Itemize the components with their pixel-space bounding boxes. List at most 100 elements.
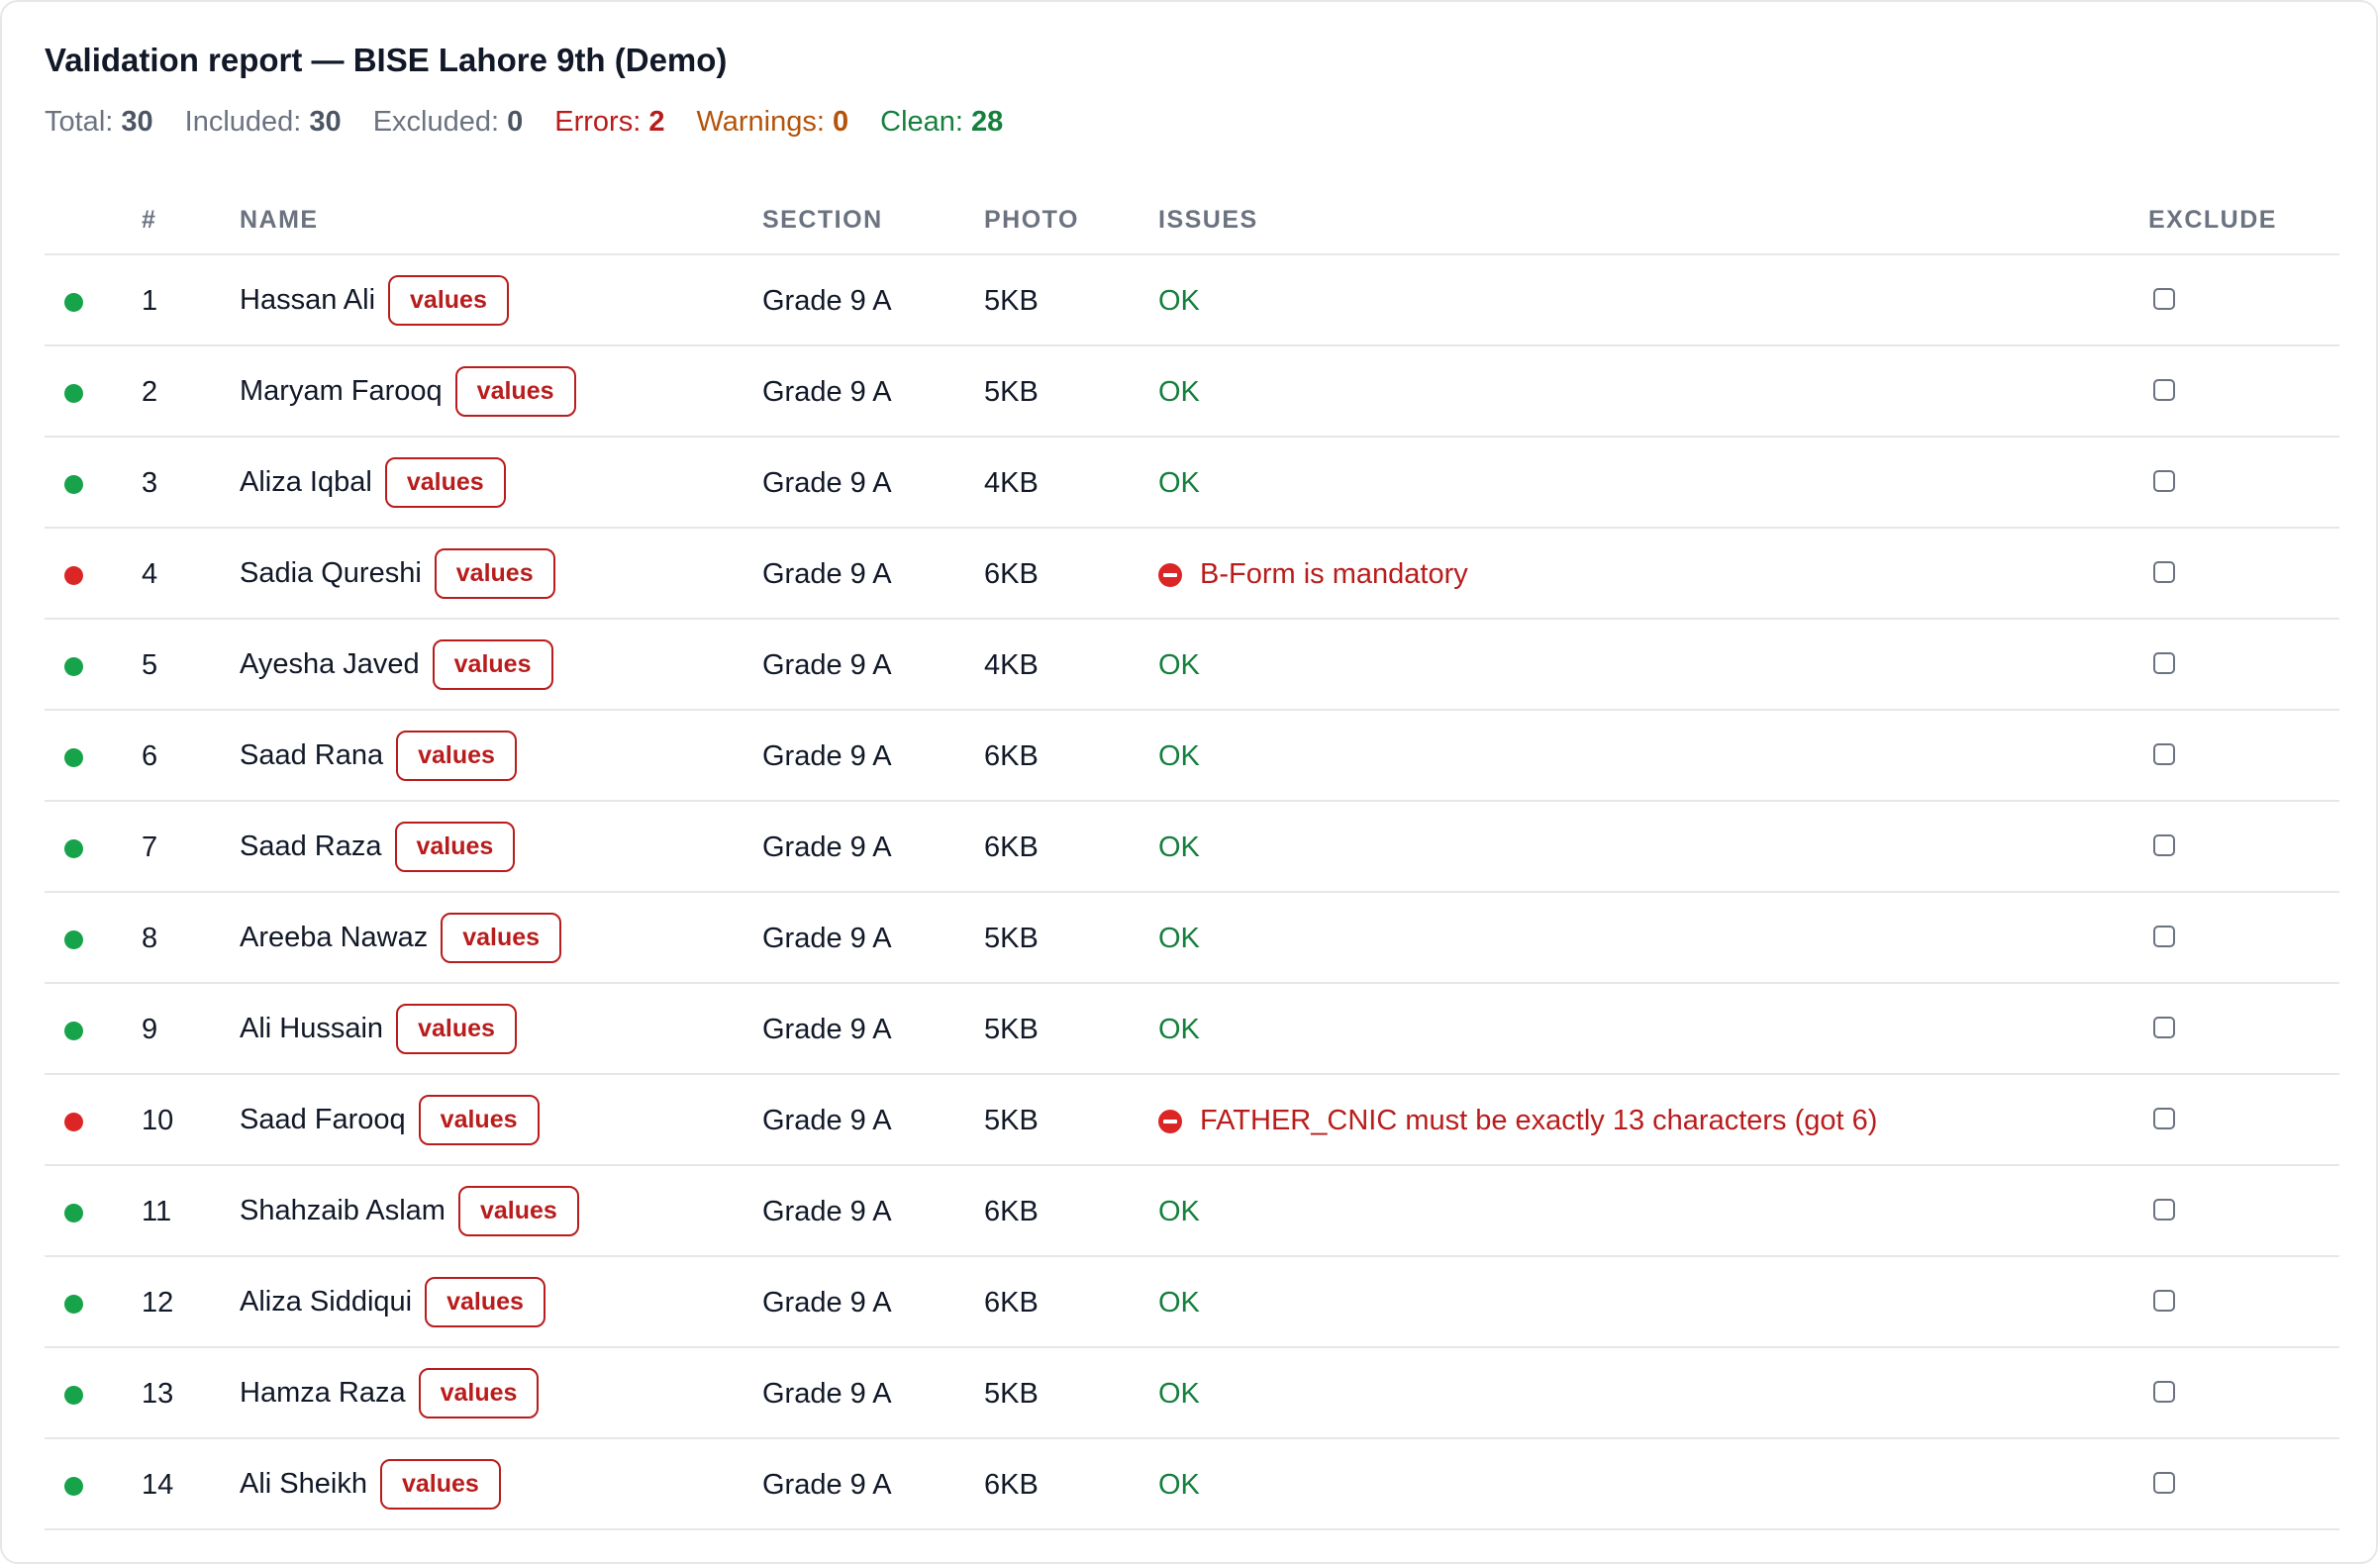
photo-size-cell: 5KB [984,923,1039,954]
table-row: 1 Hassan Ali values Grade 9 A 5KB OK [45,255,2339,346]
stat-value: 0 [507,106,524,138]
section-cell: Grade 9 A [762,1287,892,1319]
values-button[interactable]: values [396,1003,517,1054]
name-cell: Shahzaib Aslam values [240,1184,579,1237]
summary-stat: Clean: 28 [880,106,1003,139]
stat-label: Errors: [554,106,642,138]
summary-stat: Excluded: 0 [373,106,524,139]
exclude-checkbox[interactable] [2153,561,2175,583]
page-title: Validation report — BISE Lahore 9th (Dem… [45,42,728,78]
exclude-checkbox[interactable] [2153,652,2175,674]
name-cell: Ayesha Javed values [240,637,553,691]
values-button[interactable]: values [418,1367,540,1418]
table-row: 9 Ali Hussain values Grade 9 A 5KB OK [45,984,2339,1075]
green-dot-icon [64,930,83,949]
values-button[interactable]: values [394,821,516,872]
table-row: 2 Maryam Farooq values Grade 9 A 5KB OK [45,346,2339,438]
section-cell: Grade 9 A [762,1105,892,1136]
issues-cell: B-Form is mandatory [1158,558,1468,591]
values-button[interactable]: values [379,1458,501,1510]
issues-cell: OK [1158,649,1200,681]
validation-table: # NAME SECTION PHOTO ISSUES EXCLUDE 1 Ha… [45,190,2339,1530]
name-cell: Saad Rana values [240,729,517,782]
values-button[interactable]: values [396,730,517,781]
table-row: 14 Ali Sheikh values Grade 9 A 6KB OK [45,1439,2339,1530]
photo-size-cell: 4KB [984,649,1039,681]
issues-cell: OK [1158,285,1200,317]
issue-text: FATHER_CNIC must be exactly 13 character… [1200,1105,1878,1136]
section-cell: Grade 9 A [762,831,892,863]
issues-cell: OK [1158,1469,1200,1501]
col-header-exclude: EXCLUDE [2148,206,2277,234]
green-dot-icon [64,384,83,403]
values-button[interactable]: values [425,1276,545,1327]
values-button[interactable]: values [441,912,562,963]
photo-size-cell: 5KB [984,1378,1039,1410]
exclude-checkbox[interactable] [2153,1108,2175,1129]
green-dot-icon [64,1386,83,1405]
name-cell: Sadia Qureshi values [240,546,555,600]
green-dot-icon [64,748,83,767]
values-button[interactable]: values [388,274,509,326]
section-cell: Grade 9 A [762,467,892,499]
validation-report-card: Validation report — BISE Lahore 9th (Dem… [0,0,2378,1564]
table-row: 8 Areeba Nawaz values Grade 9 A 5KB OK [45,893,2339,984]
row-number: 12 [142,1287,174,1319]
student-name: Aliza Siddiqui [240,1285,413,1318]
exclude-checkbox[interactable] [2153,1472,2175,1494]
name-cell: Saad Raza values [240,820,516,873]
values-button[interactable]: values [454,365,576,417]
row-number: 2 [142,376,158,408]
values-button[interactable]: values [432,638,553,690]
no-entry-icon [1158,1109,1182,1133]
row-number: 8 [142,923,158,954]
exclude-checkbox[interactable] [2153,470,2175,492]
summary-stat: Included: 30 [185,106,342,139]
issues-cell: OK [1158,467,1200,499]
exclude-checkbox[interactable] [2153,288,2175,310]
issues-cell: OK [1158,1378,1200,1410]
section-cell: Grade 9 A [762,1378,892,1410]
photo-size-cell: 5KB [984,1105,1039,1136]
exclude-checkbox[interactable] [2153,1017,2175,1038]
row-number: 1 [142,285,158,317]
values-button[interactable]: values [384,456,506,508]
green-dot-icon [64,657,83,676]
table-row: 3 Aliza Iqbal values Grade 9 A 4KB OK [45,438,2339,529]
name-cell: Hamza Raza values [240,1366,540,1419]
student-name: Hassan Ali [240,283,376,316]
student-name: Shahzaib Aslam [240,1194,446,1226]
student-name: Ali Hussain [240,1012,384,1044]
green-dot-icon [64,1477,83,1496]
issues-cell: OK [1158,376,1200,408]
values-button[interactable]: values [457,1185,579,1236]
table-row: 6 Saad Rana values Grade 9 A 6KB OK [45,711,2339,802]
exclude-checkbox[interactable] [2153,1199,2175,1221]
issues-cell: OK [1158,1196,1200,1227]
stat-value: 30 [309,106,342,138]
exclude-checkbox[interactable] [2153,834,2175,856]
exclude-checkbox[interactable] [2153,1381,2175,1403]
name-cell: Ali Sheikh values [240,1457,501,1511]
section-cell: Grade 9 A [762,923,892,954]
col-header-num: # [142,206,157,234]
row-number: 7 [142,831,158,863]
exclude-checkbox[interactable] [2153,743,2175,765]
photo-size-cell: 5KB [984,376,1039,408]
stat-label: Warnings: [696,106,825,138]
table-header: # NAME SECTION PHOTO ISSUES EXCLUDE [45,190,2339,255]
photo-size-cell: 5KB [984,1014,1039,1045]
issues-cell: OK [1158,1287,1200,1319]
summary-stat: Total: 30 [45,106,153,139]
exclude-checkbox[interactable] [2153,926,2175,947]
student-name: Saad Farooq [240,1103,406,1135]
values-button[interactable]: values [434,547,555,599]
student-name: Saad Rana [240,738,384,771]
exclude-checkbox[interactable] [2153,379,2175,401]
stat-value: 28 [971,106,1004,138]
red-dot-icon [64,566,83,585]
issues-cell: OK [1158,740,1200,772]
exclude-checkbox[interactable] [2153,1290,2175,1312]
no-entry-icon [1158,562,1182,587]
values-button[interactable]: values [418,1094,540,1145]
